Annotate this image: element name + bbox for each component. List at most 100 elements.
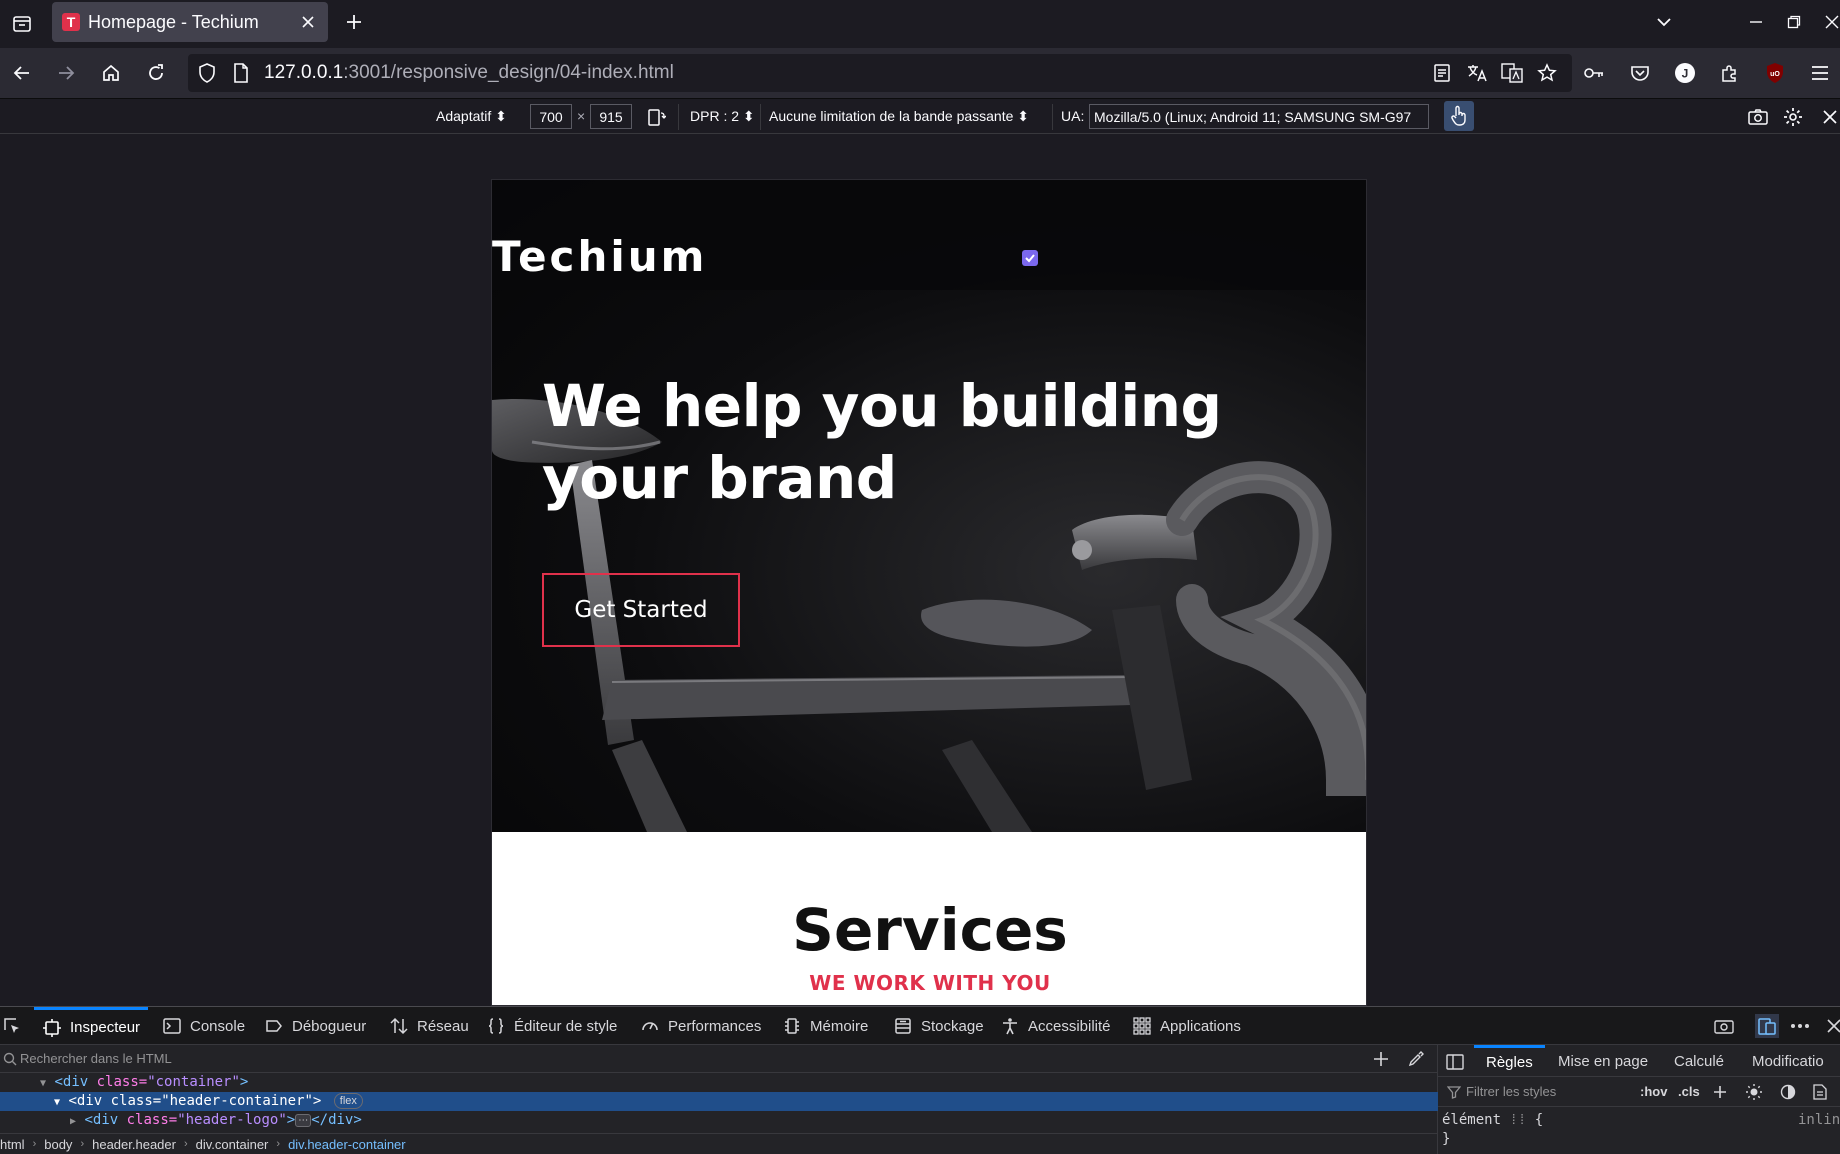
collapsed-content-badge[interactable]: ⋯ (295, 1114, 312, 1127)
tab-memory-label: Mémoire (810, 1017, 869, 1035)
rotate-viewport-icon[interactable] (644, 105, 668, 129)
page-info-icon[interactable] (230, 62, 252, 84)
bookmark-star-icon[interactable] (1535, 61, 1559, 85)
home-icon[interactable] (97, 59, 125, 87)
nav-toggle-checkbox[interactable] (1022, 250, 1038, 266)
toggle-sidebar-icon[interactable] (1444, 1051, 1466, 1073)
hov-toggle[interactable]: :hov (1640, 1084, 1667, 1099)
breadcrumb-container[interactable]: div.container (196, 1137, 275, 1152)
reload-icon[interactable] (142, 59, 170, 87)
device-label: Adaptatif (436, 108, 492, 124)
styles-filter-input[interactable]: Filtrer les styles (1466, 1084, 1556, 1099)
screenshot-icon[interactable] (1746, 105, 1770, 129)
expand-triangle-icon[interactable]: ▶ (70, 1116, 76, 1127)
eyedropper-icon[interactable] (1405, 1048, 1427, 1070)
breadcrumb-header-container[interactable]: div.header-container (288, 1137, 412, 1152)
extensions-puzzle-icon[interactable] (1718, 61, 1742, 85)
user-agent-input[interactable]: Mozilla/5.0 (Linux; Android 11; SAMSUNG … (1089, 104, 1429, 129)
collapse-triangle-icon[interactable]: ▼ (54, 1097, 60, 1108)
pocket-icon[interactable] (1628, 61, 1652, 85)
markup-attr: class= (126, 1112, 178, 1128)
markup-line-container[interactable]: ▼ <div class="container"> (0, 1073, 1438, 1092)
inspector-icon (42, 1018, 62, 1038)
element-rule: élément ⁞⁞ {inline } (1442, 1111, 1840, 1149)
tab-accessibility[interactable]: Accessibilité (1000, 1007, 1111, 1045)
breadcrumb-body[interactable]: body (44, 1137, 78, 1152)
tab-rules[interactable]: Règles (1474, 1045, 1545, 1077)
viewport-width-input[interactable]: 700 (530, 104, 572, 129)
tab-title: Homepage - Techium (88, 11, 259, 32)
tab-applications[interactable]: Applications (1132, 1007, 1241, 1045)
close-tab-icon[interactable] (296, 10, 320, 34)
tab-memory[interactable]: Mémoire (782, 1007, 868, 1045)
throttling-selector[interactable]: Aucune limitation de la bande passante ⬍ (769, 108, 1029, 125)
restore-icon[interactable] (1780, 8, 1808, 36)
tab-style-editor-label: Éditeur de style (514, 1017, 618, 1035)
markup-line-header-container[interactable]: ▼ <div class="header-container"> flex (0, 1092, 1438, 1111)
more-options-icon[interactable] (1788, 1014, 1812, 1038)
cls-toggle[interactable]: .cls (1678, 1084, 1700, 1099)
list-all-tabs-icon[interactable] (8, 10, 36, 38)
dpr-selector[interactable]: DPR : 2 ⬍ (690, 108, 755, 125)
account-avatar-icon[interactable]: J (1673, 61, 1697, 85)
toolbar-separator (1052, 104, 1053, 130)
ua-label: UA: (1061, 108, 1085, 124)
chevron-down-icon[interactable] (1650, 8, 1678, 36)
rule-selector[interactable]: élément (1442, 1112, 1501, 1128)
sidebar-tabbar: Règles Mise en page Calculé Modificatio (1438, 1045, 1840, 1077)
markup-attr: class= (96, 1074, 148, 1090)
breadcrumb-header[interactable]: header.header (92, 1137, 182, 1152)
get-started-button[interactable]: Get Started (542, 573, 740, 647)
tab-changes[interactable]: Modificatio (1752, 1045, 1824, 1077)
breadcrumb-html[interactable]: html (0, 1137, 31, 1152)
print-media-icon[interactable] (1810, 1082, 1830, 1102)
flex-badge[interactable]: flex (333, 1093, 363, 1109)
close-devtools-icon[interactable] (1822, 1014, 1840, 1038)
forward-icon[interactable] (52, 59, 80, 87)
url-text[interactable]: 127.0.0.1:3001/responsive_design/04-inde… (264, 62, 674, 84)
inspector-panel: Rechercher dans le HTML ▼ <div class="co… (0, 1045, 1438, 1154)
element-picker-icon[interactable] (0, 1014, 24, 1038)
tab-performance[interactable]: Performances (640, 1007, 761, 1045)
tab-inspector[interactable]: Inspecteur (34, 1007, 149, 1045)
close-window-icon[interactable] (1818, 8, 1840, 36)
collapse-triangle-icon[interactable]: ▼ (40, 1078, 46, 1089)
close-rdm-icon[interactable] (1818, 105, 1840, 129)
toolbar-separator (760, 104, 761, 130)
tab-homepage[interactable]: T Homepage - Techium (52, 2, 328, 42)
hamburger-menu-icon[interactable] (1808, 61, 1832, 85)
rule-close-brace: } (1442, 1131, 1451, 1147)
url-bar[interactable]: 127.0.0.1:3001/responsive_design/04-inde… (188, 54, 1572, 92)
dark-scheme-icon[interactable] (1778, 1082, 1798, 1102)
reader-view-icon[interactable] (1430, 61, 1454, 85)
rule-source: inline (1798, 1112, 1840, 1128)
page-translate-icon[interactable] (1500, 61, 1524, 85)
tab-console[interactable]: Console (162, 1007, 245, 1045)
tracking-protection-icon[interactable] (196, 62, 218, 84)
passwords-key-icon[interactable] (1582, 61, 1606, 85)
responsive-mode-icon[interactable] (1755, 1014, 1779, 1038)
tab-computed[interactable]: Calculé (1674, 1045, 1724, 1077)
markup-line-header-logo[interactable]: ▶ <div class="header-logo"> ⋯ </div> (0, 1111, 1438, 1130)
minimize-icon[interactable] (1742, 8, 1770, 36)
add-rule-icon[interactable] (1710, 1082, 1730, 1102)
ublock-origin-icon[interactable]: uO (1763, 61, 1787, 85)
light-scheme-icon[interactable] (1744, 1082, 1764, 1102)
tab-style-editor[interactable]: Éditeur de style (486, 1007, 617, 1045)
tab-network[interactable]: Réseau (389, 1007, 469, 1045)
devtools-panel: Inspecteur Console Débogueur Réseau Édit… (0, 1006, 1840, 1154)
tab-layout[interactable]: Mise en page (1558, 1045, 1648, 1077)
touch-simulation-icon[interactable] (1444, 101, 1474, 131)
viewport-height-input[interactable]: 915 (590, 104, 632, 129)
site-logo[interactable]: Techium (492, 232, 707, 281)
tab-debugger[interactable]: Débogueur (264, 1007, 366, 1045)
add-node-icon[interactable] (1370, 1048, 1392, 1070)
device-selector[interactable]: Adaptatif ⬍ (436, 108, 507, 125)
html-search-input[interactable]: Rechercher dans le HTML (20, 1051, 172, 1066)
settings-gear-icon[interactable] (1781, 105, 1805, 129)
new-tab-icon[interactable] (340, 8, 368, 36)
translate-icon[interactable] (1465, 61, 1489, 85)
screenshot-node-icon[interactable] (1712, 1014, 1736, 1038)
back-icon[interactable] (8, 59, 36, 87)
tab-storage[interactable]: Stockage (893, 1007, 984, 1045)
